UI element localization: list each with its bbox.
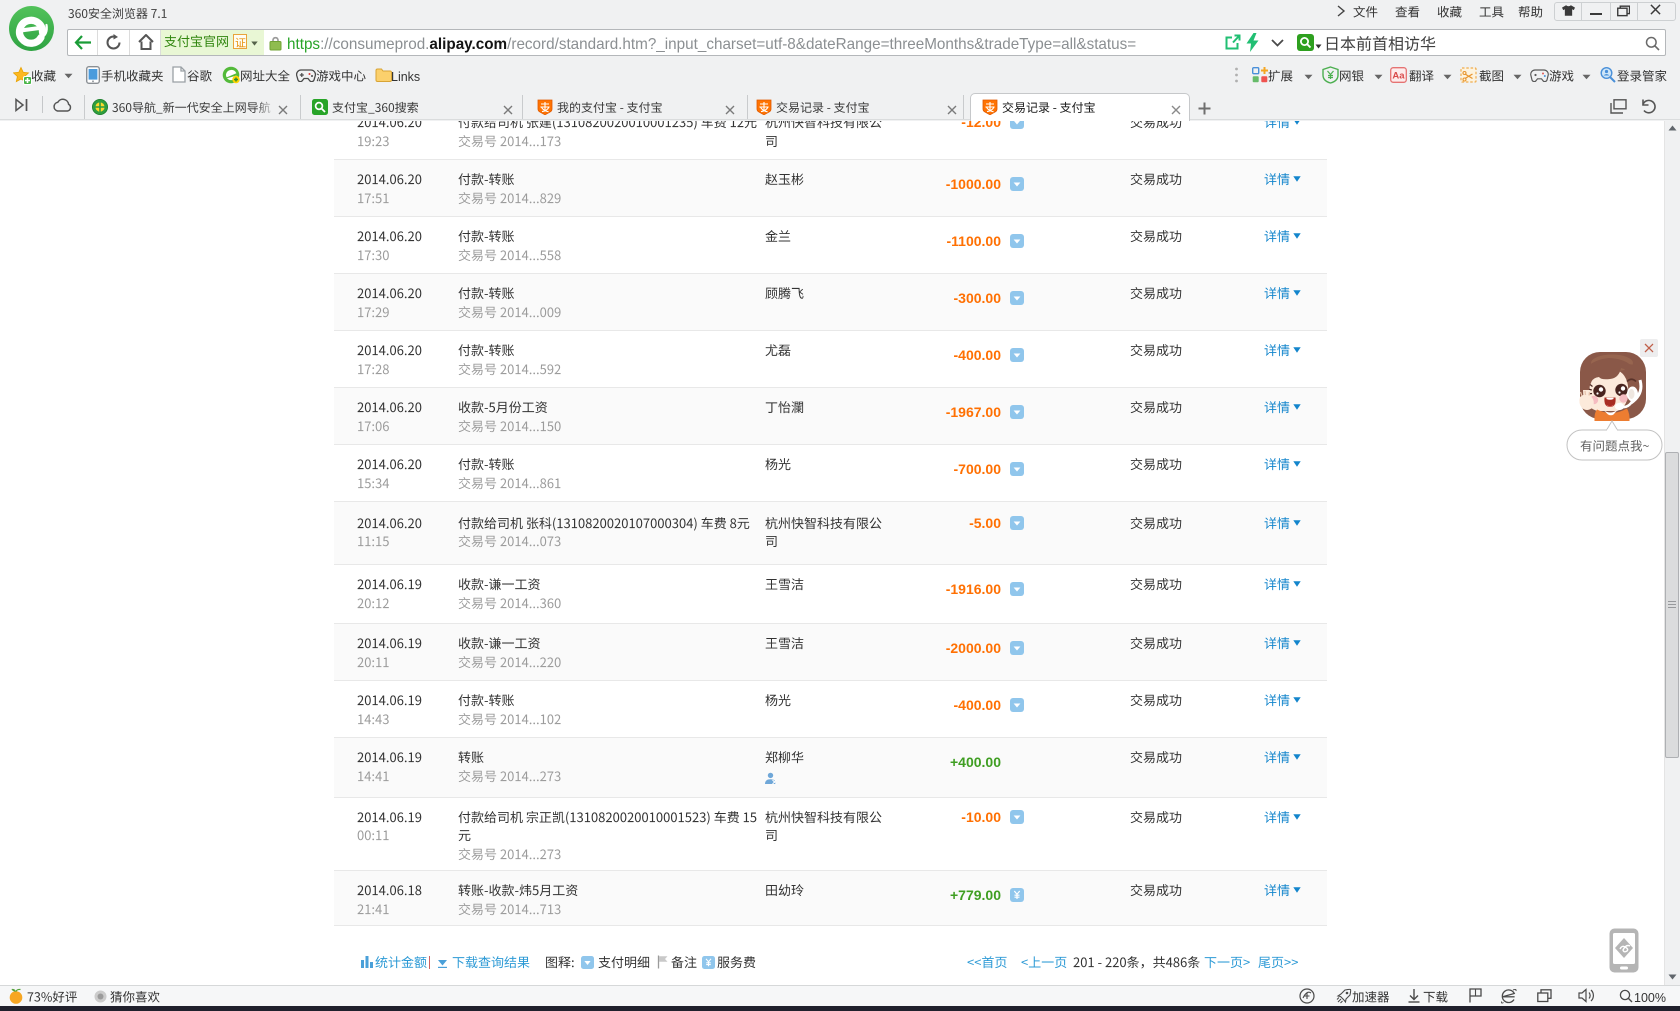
svg-text:Aa: Aa: [1392, 71, 1405, 82]
